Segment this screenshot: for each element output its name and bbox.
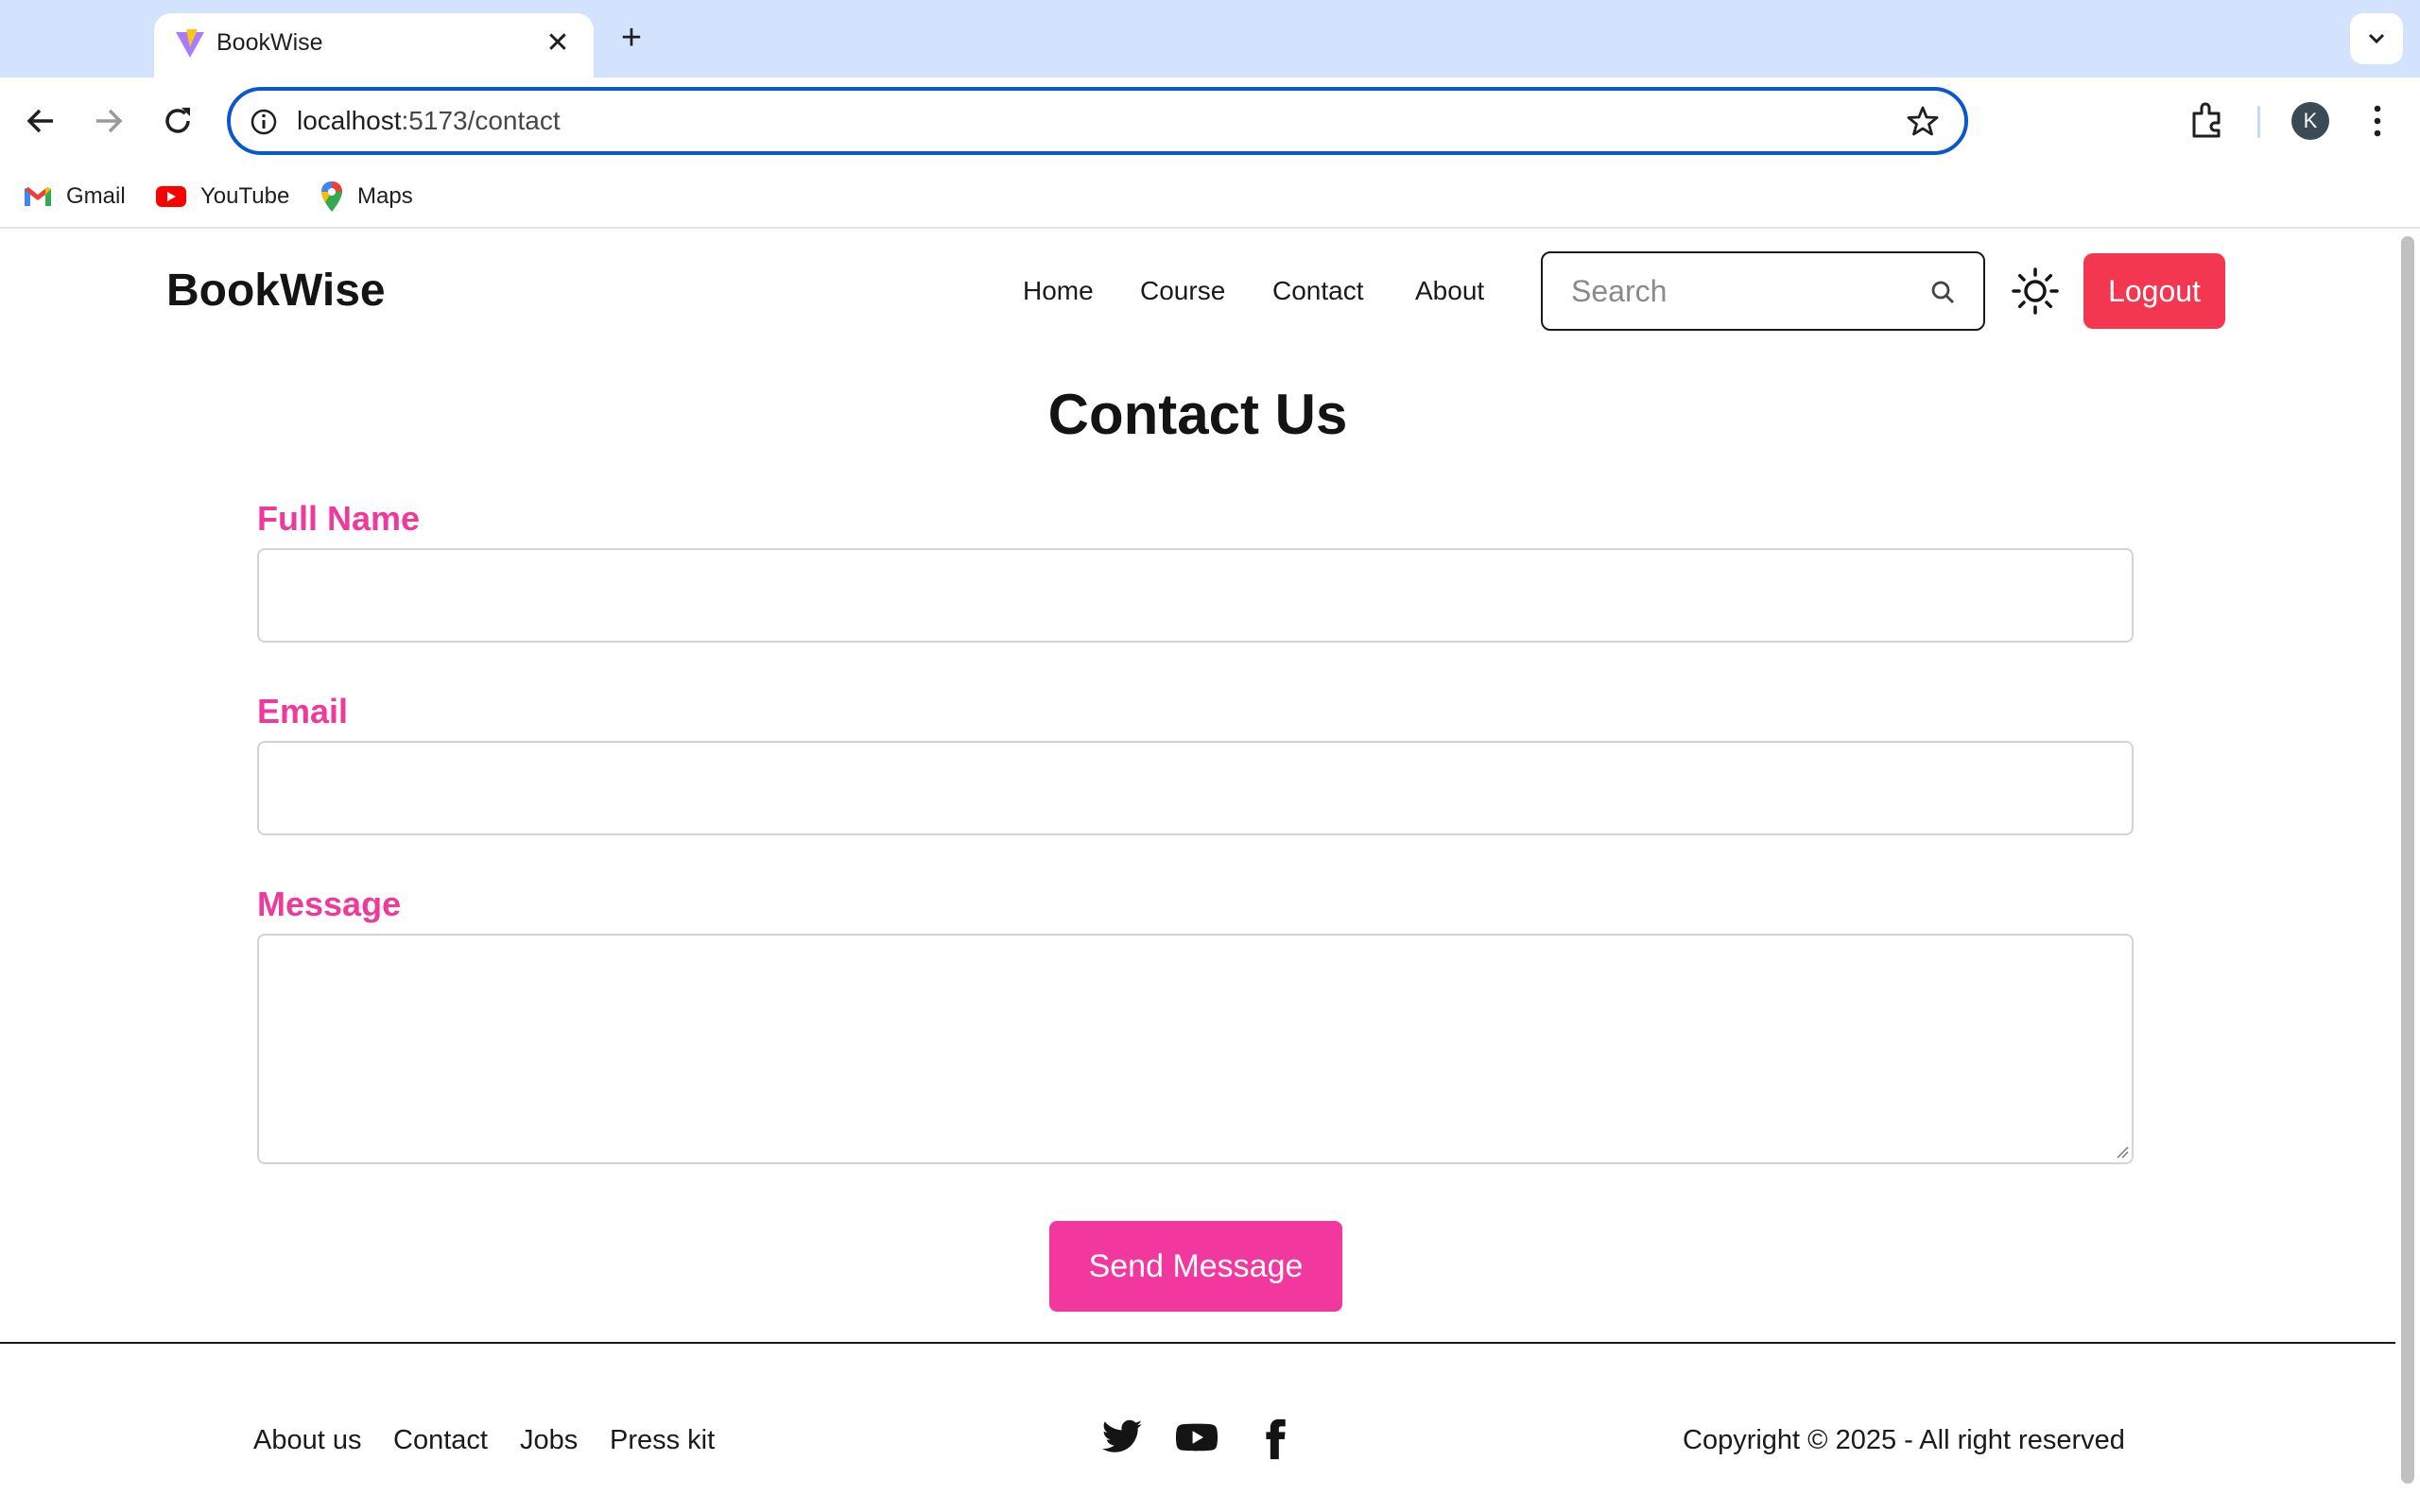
- close-tab-icon[interactable]: ✕: [539, 25, 577, 62]
- reload-icon[interactable]: [157, 100, 199, 142]
- footer-link-jobs[interactable]: Jobs: [520, 1425, 578, 1456]
- footer-link-press-kit[interactable]: Press kit: [610, 1425, 715, 1456]
- page-scrollbar[interactable]: [2395, 229, 2420, 1512]
- footer-link-contact[interactable]: Contact: [393, 1425, 488, 1456]
- nav-course[interactable]: Course: [1140, 276, 1225, 306]
- vite-favicon-icon: [176, 29, 204, 58]
- search-icon[interactable]: [1930, 280, 1955, 304]
- bookmark-label: Gmail: [66, 183, 126, 209]
- youtube-icon[interactable]: [1172, 1416, 1221, 1459]
- nav-about[interactable]: About: [1415, 276, 1484, 306]
- page-viewport: BookWise Home Course Contact About Logou…: [0, 229, 2395, 1512]
- resize-handle-icon[interactable]: [2116, 1145, 2129, 1159]
- site-logo[interactable]: BookWise: [166, 265, 386, 317]
- full-name-label: Full Name: [257, 499, 421, 538]
- toolbar-divider: [2257, 106, 2260, 138]
- bookmark-youtube[interactable]: YouTube: [155, 180, 289, 214]
- copyright-text: Copyright © 2025 - All right reserved: [1683, 1425, 2125, 1455]
- full-name-input[interactable]: [257, 548, 2134, 643]
- forward-icon[interactable]: [87, 100, 129, 142]
- search-box: [1541, 251, 1985, 331]
- facebook-icon[interactable]: [1253, 1416, 1297, 1463]
- search-input[interactable]: [1571, 253, 1930, 329]
- footer-link-about-us[interactable]: About us: [253, 1425, 361, 1456]
- new-tab-icon[interactable]: +: [613, 19, 650, 57]
- nav-home[interactable]: Home: [1023, 276, 1094, 306]
- extensions-icon[interactable]: [2188, 100, 2226, 142]
- twitter-icon[interactable]: [1098, 1416, 1146, 1459]
- url-host: localhost: [297, 106, 402, 135]
- tab-title: BookWise: [216, 29, 323, 56]
- address-bar[interactable]: localhost:5173/contact: [227, 87, 1968, 155]
- bookmark-label: YouTube: [200, 183, 290, 209]
- message-textarea[interactable]: [257, 934, 2134, 1164]
- footer-divider: [0, 1342, 2395, 1344]
- site-info-icon[interactable]: [248, 106, 280, 138]
- back-icon[interactable]: [21, 100, 62, 142]
- bookmark-star-icon[interactable]: [1906, 104, 1940, 138]
- url-text: localhost:5173/contact: [297, 106, 561, 136]
- gmail-icon: [25, 187, 51, 206]
- url-path: :5173/contact: [401, 106, 561, 135]
- logout-button[interactable]: Logout: [2083, 253, 2225, 329]
- browser-tab-strip: BookWise ✕ +: [0, 0, 2420, 77]
- browser-tab-active[interactable]: BookWise ✕: [154, 13, 594, 77]
- browser-toolbar: localhost:5173/contact K: [0, 77, 2420, 164]
- scrollbar-thumb[interactable]: [2401, 236, 2414, 1484]
- message-label: Message: [257, 885, 402, 923]
- tab-search-button[interactable]: [2350, 13, 2403, 64]
- nav-contact[interactable]: Contact: [1272, 276, 1364, 306]
- bookmark-gmail[interactable]: Gmail: [23, 180, 126, 214]
- email-input[interactable]: [257, 741, 2134, 835]
- send-message-button[interactable]: Send Message: [1049, 1221, 1342, 1312]
- more-menu-icon[interactable]: [2363, 100, 2392, 142]
- maps-icon: [321, 181, 342, 212]
- profile-avatar[interactable]: K: [2291, 102, 2329, 140]
- bookmarks-bar: Gmail YouTube Maps: [0, 164, 2420, 229]
- sun-icon[interactable]: [2011, 266, 2060, 316]
- bookmark-label: Maps: [357, 183, 413, 209]
- page-title: Contact Us: [1047, 383, 1348, 446]
- chevron-down-icon: [2368, 33, 2385, 44]
- bookmark-maps[interactable]: Maps: [320, 180, 413, 214]
- email-label: Email: [257, 692, 349, 730]
- youtube-icon: [156, 186, 186, 207]
